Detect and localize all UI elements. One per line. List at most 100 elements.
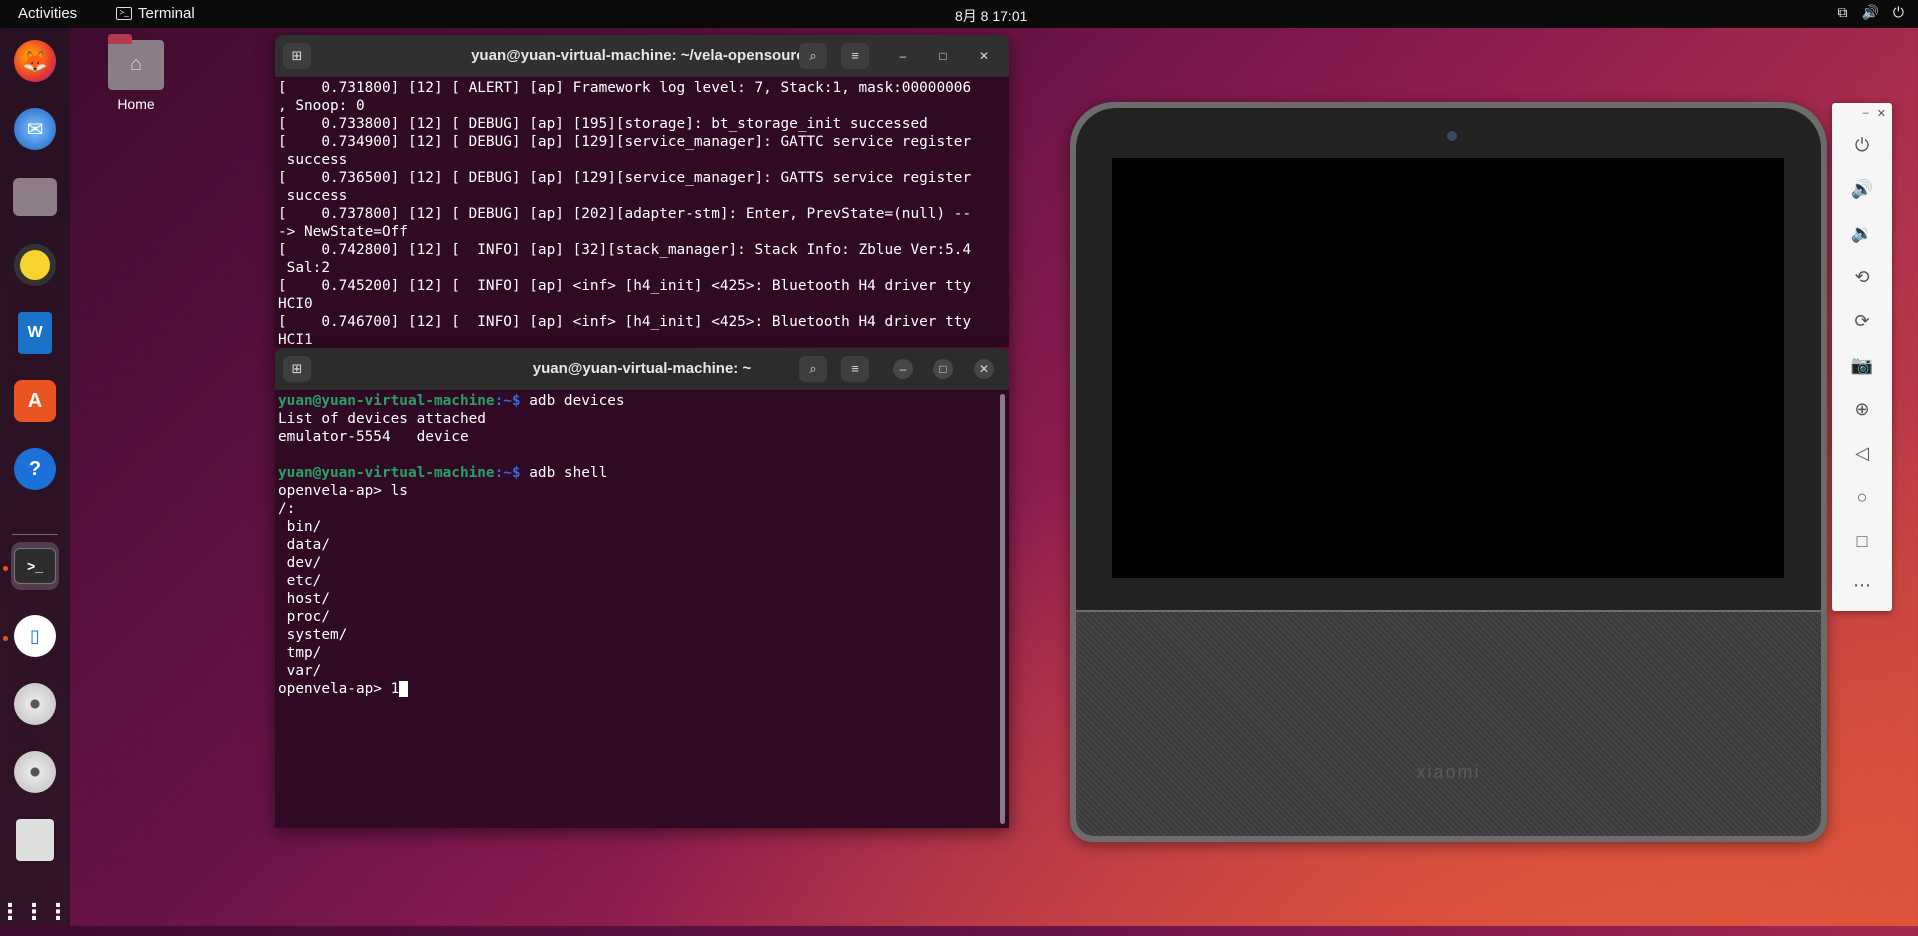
toolbar-window-controls: – ✕ [1863, 107, 1886, 120]
log-line: HCI0 [278, 296, 313, 312]
disc-icon[interactable] [11, 680, 59, 728]
terminal-headerbar[interactable]: ⊞ yuan@yuan-virtual-machine: ~/vela-open… [275, 35, 1009, 77]
software-icon[interactable]: A [11, 377, 59, 425]
device-screen[interactable] [1112, 158, 1784, 578]
prompt-user: yuan@yuan-virtual-machine [278, 465, 495, 481]
ls-line: system/ [278, 627, 348, 643]
running-indicator [3, 566, 8, 571]
log-line: [ 0.746700] [12] [ INFO] [ap] <inf> [h4_… [278, 314, 972, 330]
network-icon: ⧉ [1837, 4, 1848, 20]
close-button[interactable]: ✕ [974, 359, 994, 379]
ls-line: var/ [278, 663, 322, 679]
command-line: adb shell [529, 465, 608, 481]
zoom-icon[interactable]: ⊕ [1850, 397, 1874, 421]
device-emulator: xiaomi [1070, 102, 1827, 842]
maximize-button[interactable]: □ [933, 359, 953, 379]
output-line: emulator-5554 device [278, 429, 469, 445]
terminal-small-icon: >_ [116, 7, 132, 20]
firefox-icon[interactable]: 🦊 [11, 37, 59, 85]
close-button[interactable]: ✕ [974, 46, 994, 66]
command-line: adb devices [529, 393, 625, 409]
ls-line: tmp/ [278, 645, 322, 661]
app-menu[interactable]: >_ Terminal [116, 5, 195, 22]
prompt-user: yuan@yuan-virtual-machine [278, 393, 495, 409]
minimize-button[interactable]: – [893, 46, 913, 66]
toolbar-minimize-icon[interactable]: – [1863, 107, 1869, 120]
output-line: List of devices attached [278, 411, 486, 427]
command-line: ls [390, 483, 408, 499]
terminal-window-vela[interactable]: ⊞ yuan@yuan-virtual-machine: ~/vela-open… [275, 35, 1009, 347]
volume-up-icon[interactable]: 🔊 [1850, 177, 1874, 201]
dock: 🦊 ✉ W A ? >_ ▯ ⋮⋮⋮ [0, 28, 70, 926]
power-icon: ⏻ [1892, 4, 1904, 20]
running-indicator-2 [3, 636, 8, 641]
prompt-path: :~$ [494, 465, 530, 481]
menu-button[interactable]: ≡ [841, 43, 869, 69]
rhythmbox-icon[interactable] [11, 241, 59, 289]
log-line: [ 0.736500] [12] [ DEBUG] [ap] [129][ser… [278, 170, 972, 186]
terminal-output[interactable]: yuan@yuan-virtual-machine:~$ adb devices… [275, 390, 1009, 698]
camera-icon [1447, 131, 1457, 141]
home-icon[interactable]: ○ [1850, 485, 1874, 509]
ls-line: bin/ [278, 519, 322, 535]
text-editor-icon[interactable] [11, 816, 59, 864]
volume-icon: 🔊 [1861, 4, 1879, 20]
minimize-button[interactable]: – [893, 359, 913, 379]
current-input[interactable]: 1 [391, 681, 400, 697]
speaker-grille [1076, 612, 1821, 836]
files-icon[interactable] [11, 173, 59, 221]
terminal-icon[interactable]: >_ [11, 542, 59, 590]
toolbar-close-icon[interactable]: ✕ [1877, 107, 1886, 120]
dock-separator [12, 534, 58, 535]
log-line: , Snoop: 0 [278, 98, 365, 114]
camera-screenshot-icon[interactable]: 📷 [1850, 353, 1874, 377]
ls-line: data/ [278, 537, 330, 553]
log-line: [ 0.737800] [12] [ DEBUG] [ap] [202][ada… [278, 206, 972, 222]
emulator-toolbar: – ✕ ⏻ 🔊 🔉 ⟲ ⟳ 📷 ⊕ ◁ ○ □ ⋯ [1832, 103, 1892, 611]
search-button[interactable]: ⌕ [799, 43, 827, 69]
volume-down-icon[interactable]: 🔉 [1850, 221, 1874, 245]
log-line: [ 0.745200] [12] [ INFO] [ap] <inf> [h4_… [278, 278, 972, 294]
show-apps-icon[interactable]: ⋮⋮⋮ [0, 888, 69, 936]
vela-prompt: openvela-ap> [278, 483, 391, 499]
device-bezel [1076, 108, 1821, 610]
ls-line: /: [278, 501, 296, 517]
ls-line: host/ [278, 591, 330, 607]
help-icon[interactable]: ? [11, 445, 59, 493]
text-cursor [399, 681, 408, 697]
log-line: success [286, 152, 348, 168]
desktop-home-icon[interactable]: ⌂ Home [100, 34, 172, 112]
rotate-right-icon[interactable]: ⟳ [1850, 309, 1874, 333]
top-bar: Activities >_ Terminal 8月 8 17:01 ⧉ 🔊 ⏻ [0, 0, 1918, 28]
clock[interactable]: 8月 8 17:01 [955, 6, 1027, 26]
overview-icon[interactable]: □ [1850, 529, 1874, 553]
scrollbar[interactable] [1000, 394, 1005, 824]
ls-line: proc/ [278, 609, 330, 625]
power-icon[interactable]: ⏻ [1850, 133, 1874, 157]
home-label: Home [117, 96, 155, 112]
home-folder-icon: ⌂ [108, 34, 164, 90]
log-line: [ 0.734900] [12] [ DEBUG] [ap] [129][ser… [278, 134, 972, 150]
disc-icon-2[interactable] [11, 748, 59, 796]
log-line: HCI1 [278, 332, 313, 347]
search-button[interactable]: ⌕ [799, 356, 827, 382]
rotate-left-icon[interactable]: ⟲ [1850, 265, 1874, 289]
terminal-headerbar[interactable]: ⊞ yuan@yuan-virtual-machine: ~ ⌕ ≡ – □ ✕ [275, 348, 1009, 390]
thunderbird-icon[interactable]: ✉ [11, 105, 59, 153]
more-icon[interactable]: ⋯ [1850, 573, 1874, 597]
activities-button[interactable]: Activities [18, 5, 77, 22]
menu-button[interactable]: ≡ [841, 356, 869, 382]
ls-line: dev/ [278, 555, 322, 571]
app-name: Terminal [138, 5, 195, 22]
log-line: [ 0.733800] [12] [ DEBUG] [ap] [195][sto… [278, 116, 928, 132]
terminal-output[interactable]: [ 0.731800] [12] [ ALERT] [ap] Framework… [275, 77, 1009, 347]
writer-icon[interactable]: W [11, 309, 59, 357]
emulator-icon[interactable]: ▯ [11, 612, 59, 660]
system-tray[interactable]: ⧉ 🔊 ⏻ [1837, 4, 1904, 21]
maximize-button[interactable]: □ [933, 46, 953, 66]
log-line: Sal:2 [286, 260, 330, 276]
terminal-window-home[interactable]: ⊞ yuan@yuan-virtual-machine: ~ ⌕ ≡ – □ ✕… [275, 348, 1009, 828]
back-icon[interactable]: ◁ [1850, 441, 1874, 465]
log-line: [ 0.742800] [12] [ INFO] [ap] [32][stack… [278, 242, 972, 258]
log-line: [ 0.731800] [12] [ ALERT] [ap] Framework… [278, 80, 972, 96]
